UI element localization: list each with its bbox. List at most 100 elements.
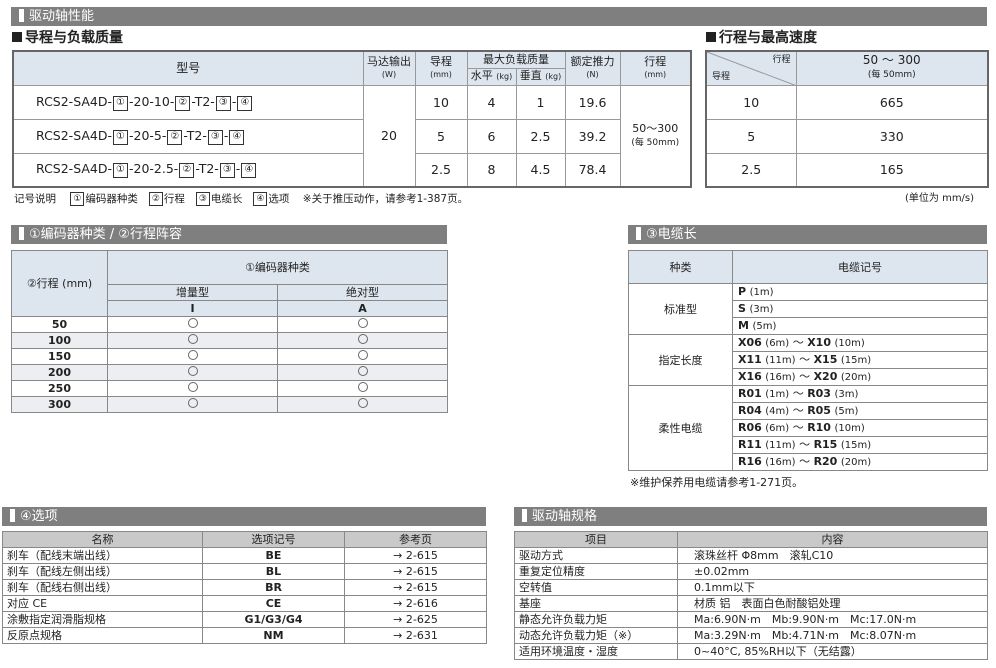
- page-link[interactable]: → 2-625: [344, 611, 487, 628]
- spec-item-header: 项目: [514, 531, 678, 548]
- table-row: 5 330: [705, 118, 989, 154]
- stroke-cell: 100: [11, 332, 108, 349]
- speed-cell: 665: [795, 84, 989, 120]
- thrust-value: 78.4: [564, 152, 621, 188]
- lead-cell: 10: [705, 84, 797, 120]
- table-row: RCS2-SA4D- ① -20-10- ② -T2- ③ - ④ 20 10 4 1 19.…: [12, 84, 692, 188]
- page-link[interactable]: → 2-615: [344, 547, 487, 564]
- speed-unit-note: (单位为 mm/s): [905, 193, 975, 204]
- table-row: 150: [11, 348, 448, 365]
- encoder-section-bar: ①编码器种类 / ②行程阵容: [11, 225, 447, 244]
- cable-type-standard: 标准型: [628, 283, 733, 335]
- available-circle-icon: [357, 349, 368, 360]
- vertical-value: 4.5: [515, 152, 566, 188]
- option-table: 名称 选项记号 参考页 刹车（配线末端出线） BE → 2-615 刹车（配线左侧出线）…: [2, 531, 487, 644]
- symbol-legend: 记号说明 ① 编码器种类 ② 行程 ③ 电缆长 ④ 选项 ※关于推压动作，请参考1-38…: [14, 192, 469, 206]
- page-link[interactable]: → 2-616: [344, 595, 487, 612]
- spec-content-header: 内容: [677, 531, 988, 548]
- stroke-cell: 300: [11, 396, 108, 413]
- table-row: 适用环境温度・湿度 0~40°C, 85%RH以下（无结露）: [514, 643, 988, 660]
- header-motor: 马达输出 (W): [362, 50, 416, 86]
- thrust-value: 39.2: [564, 118, 621, 154]
- incremental-code: I: [107, 300, 278, 317]
- table-row: 50: [11, 316, 448, 333]
- header-stroke: 行程 (mm): [619, 50, 692, 86]
- table-row: 重复定位精度 ±0.02mm: [514, 563, 988, 580]
- page-link[interactable]: → 2-631: [344, 627, 487, 644]
- speed-cell: 165: [795, 152, 989, 188]
- table-row: 刹车（配线末端出线） BE → 2-615: [2, 547, 487, 564]
- section-marker-icon: [522, 509, 527, 522]
- horizontal-value: 4: [466, 84, 517, 120]
- cable-table: 种类 电缆记号 标准型 P (1m) S (3m) M (5m) 指定长度 X06 (…: [628, 250, 988, 471]
- cable-type-header: 种类: [628, 250, 733, 284]
- table-row: 对应 CE CE → 2-616: [2, 595, 487, 612]
- legend-box: ②: [148, 192, 163, 206]
- option-code-header: 选项记号: [202, 531, 345, 548]
- available-circle-icon: [187, 397, 198, 408]
- legend-label: 记号说明: [14, 193, 56, 205]
- section-marker-icon: [19, 227, 24, 240]
- motor-value: 20: [362, 84, 416, 188]
- header-vertical: 垂直 (kg): [515, 67, 566, 86]
- section-marker-icon: [19, 9, 24, 22]
- lead-load-title: 导程与负载质量: [25, 30, 123, 46]
- header-horizontal: 水平 (kg): [466, 67, 517, 86]
- horizontal-value: 8: [466, 152, 517, 188]
- table-row: 300: [11, 396, 448, 413]
- page-title-bar: 驱动轴性能: [11, 7, 987, 26]
- header-model: 型号: [12, 50, 364, 86]
- lead-load-table: 型号 马达输出 (W) 导程 (mm) 最大负载质量 额定推力 (N) 行程 (mm) …: [12, 50, 692, 188]
- cable-type-specified: 指定长度: [628, 334, 733, 386]
- table-row: 驱动方式 滚珠丝杆 Φ8mm 滚轧C10: [514, 547, 988, 564]
- square-bullet-icon: [706, 32, 716, 42]
- model-code: RCS2-SA4D- ① -20-2.5- ② -T2- ③ - ④: [12, 152, 364, 188]
- lead-cell: 2.5: [705, 152, 797, 188]
- speed-cell: 330: [795, 118, 989, 154]
- encoder-stroke-table: ②行程 (mm) ①编码器种类 增量型 绝对型 IA 50 100 150 200…: [11, 250, 448, 413]
- legend-box: ③: [195, 192, 210, 206]
- encoder-section-title: ①编码器种类 / ②行程阵容: [29, 227, 182, 242]
- available-circle-icon: [357, 381, 368, 392]
- option-page-header: 参考页: [344, 531, 487, 548]
- thrust-value: 19.6: [564, 84, 621, 120]
- legend-note: ※关于推压动作，请参考1-387页。: [302, 193, 469, 205]
- stroke-cell: 150: [11, 348, 108, 365]
- speed-table: 行程 导程 50 ～ 300 (每 50mm) 10 665 5 330 2.5 165: [705, 50, 989, 188]
- spec-table: 项目 内容 驱动方式 滚珠丝杆 Φ8mm 滚轧C10 重复定位精度 ±0.02mm 空…: [514, 531, 988, 660]
- available-circle-icon: [187, 317, 198, 328]
- stroke-cell: 250: [11, 380, 108, 397]
- table-row: 基座 材质 铝 表面白色耐酸铝处理: [514, 595, 988, 612]
- available-circle-icon: [357, 317, 368, 328]
- lead-load-heading: 导程与负载质量: [12, 30, 123, 46]
- model-code: RCS2-SA4D- ① -20-5- ② -T2- ③ - ④: [12, 118, 364, 154]
- incremental-header: 增量型: [107, 284, 278, 301]
- lead-value: 5: [414, 118, 468, 154]
- spec-section-bar: 驱动轴规格: [514, 507, 987, 526]
- page-link[interactable]: → 2-615: [344, 579, 487, 596]
- absolute-header: 绝对型: [277, 284, 448, 301]
- spec-section-title: 驱动轴规格: [532, 509, 598, 524]
- table-row: 静态允许负载力矩 Ma:6.90N·m Mb:9.90N·m Mc:17.0N·m: [514, 611, 988, 628]
- square-bullet-icon: [12, 32, 22, 42]
- encoder-header: ①编码器种类: [107, 250, 448, 285]
- vertical-value: 2.5: [515, 118, 566, 154]
- stroke-range-header: 50 ～ 300 (每 50mm): [795, 50, 989, 86]
- absolute-code: A: [277, 300, 448, 317]
- stroke-cell: 200: [11, 364, 108, 381]
- table-row: 刹车（配线左侧出线） BL → 2-615: [2, 563, 487, 580]
- legend-box: ①: [70, 192, 85, 206]
- table-row: 250: [11, 380, 448, 397]
- page-link[interactable]: → 2-615: [344, 563, 487, 580]
- model-code: RCS2-SA4D- ① -20-10- ② -T2- ③ - ④: [12, 84, 364, 120]
- header-thrust: 额定推力 (N): [564, 50, 621, 86]
- legend-box: ④: [253, 192, 268, 206]
- cable-section-title: ③电缆长: [646, 227, 697, 242]
- table-row: 反原点规格 NM → 2-631: [2, 627, 487, 644]
- table-row: 柔性电缆 R01 (1m) ～ R03 (3m): [628, 385, 988, 471]
- section-marker-icon: [636, 227, 641, 240]
- table-row: 200: [11, 364, 448, 381]
- option-section-title: ④选项: [20, 509, 58, 524]
- table-row: 涂敷指定润滑脂规格 G1/G3/G4 → 2-625: [2, 611, 487, 628]
- option-name-header: 名称: [2, 531, 203, 548]
